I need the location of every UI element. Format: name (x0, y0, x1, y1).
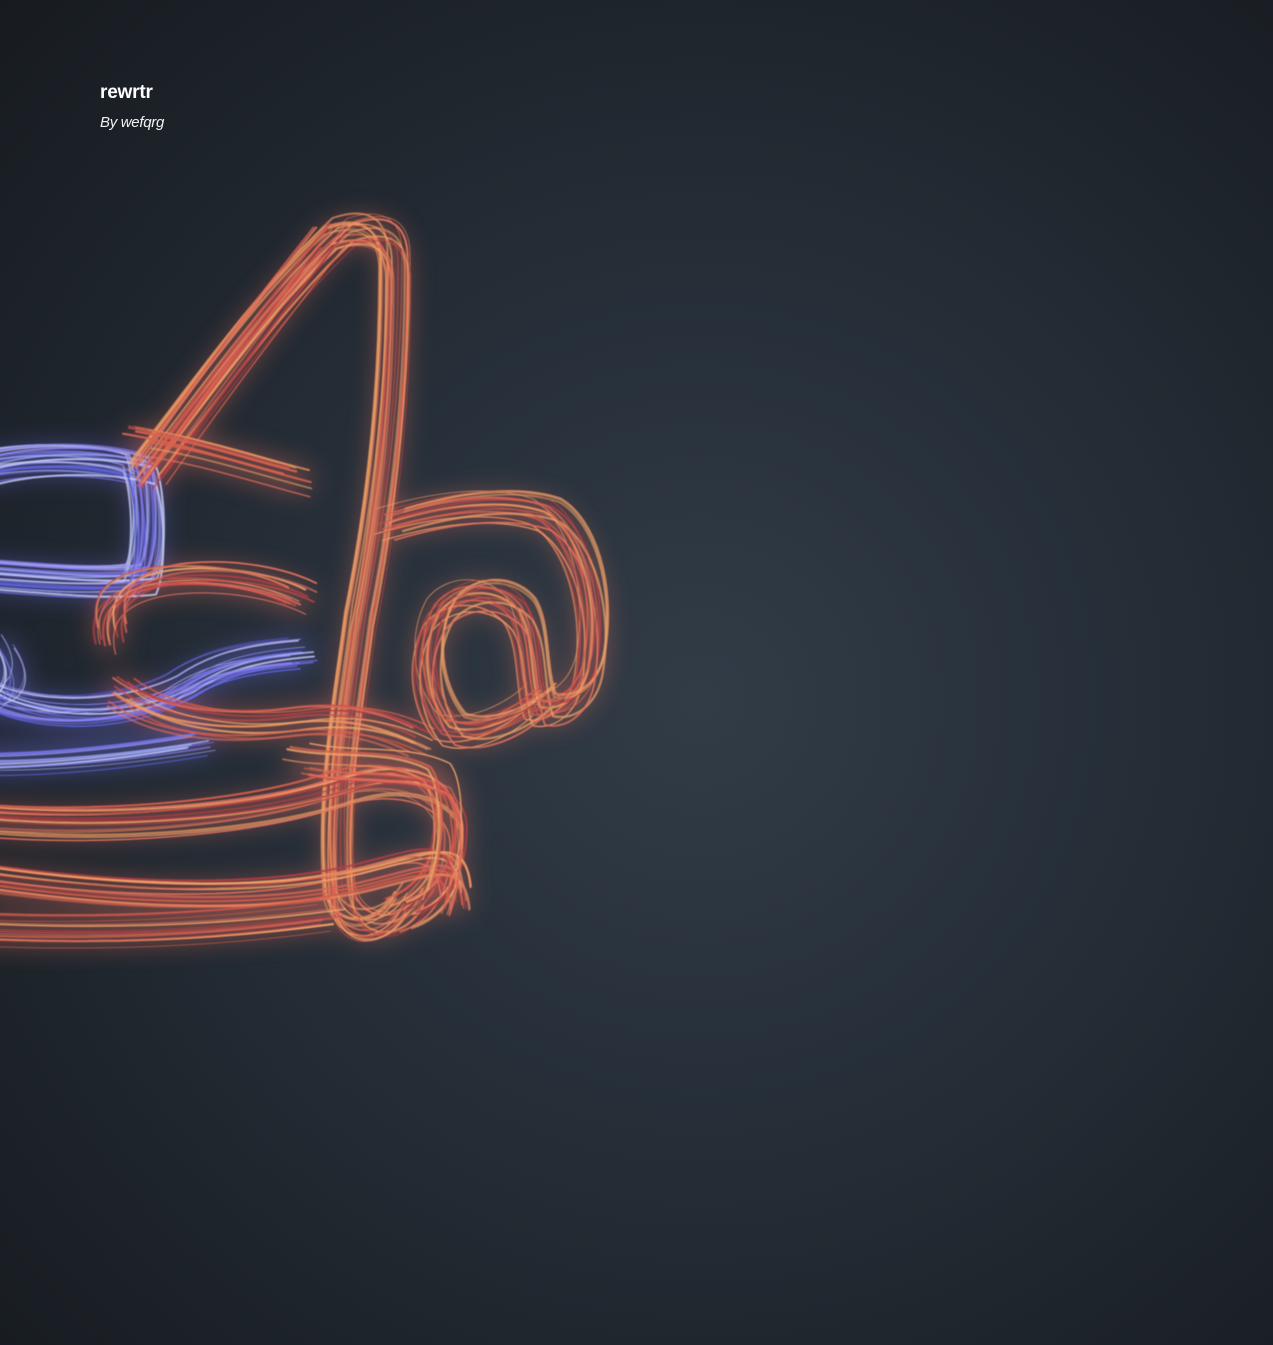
artwork-author: By wefqrg (100, 114, 164, 131)
artwork-header: rewrtr By wefqrg (100, 82, 164, 131)
scribble-strokes (0, 212, 610, 949)
handwriting-artwork-canvas (0, 212, 610, 949)
artwork-title: rewrtr (100, 82, 153, 103)
